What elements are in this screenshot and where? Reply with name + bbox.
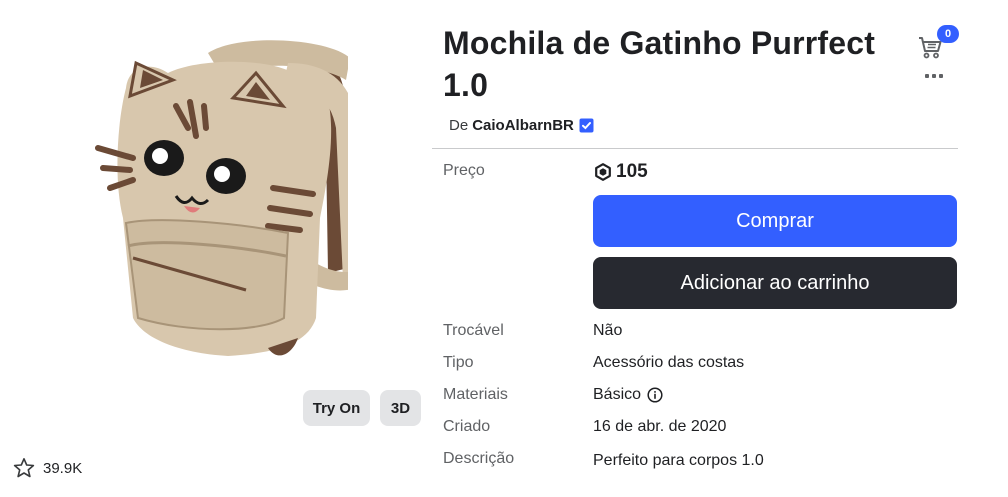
tradable-value: Não <box>593 322 623 339</box>
item-media: Try On 3D 39.9K <box>0 0 432 497</box>
divider <box>432 148 958 149</box>
price-label: Preço <box>443 162 485 179</box>
verified-badge-icon <box>579 118 594 133</box>
cart-count-badge: 0 <box>937 25 959 43</box>
add-to-cart-label: Adicionar ao carrinho <box>680 271 870 294</box>
description-label: Descrição <box>443 450 515 467</box>
buy-label: Comprar <box>736 209 814 232</box>
tradable-label: Trocável <box>443 322 504 339</box>
creator-link[interactable]: CaioAlbarnBR <box>472 117 574 134</box>
type-value: Acessório das costas <box>593 354 745 371</box>
price-amount: 105 <box>616 161 648 182</box>
3d-label: 3D <box>390 399 411 417</box>
3d-view-button[interactable]: 3D <box>380 390 421 426</box>
star-icon <box>13 458 35 478</box>
item-thumbnail <box>95 40 348 356</box>
robux-icon <box>595 163 611 181</box>
item-title: Mochila de Gatinho Purrfect 1.0 <box>443 25 876 103</box>
favorite-count: 39.9K <box>43 459 83 477</box>
materials-value-row: Básico <box>593 386 663 404</box>
try-on-label: Try On <box>312 399 361 417</box>
creator-prefix: De <box>449 117 469 134</box>
info-icon[interactable] <box>647 387 663 403</box>
created-value: 16 de abr. de 2020 <box>593 418 727 435</box>
price-value: 105 <box>594 161 648 183</box>
buy-button[interactable]: Comprar <box>593 195 957 247</box>
try-on-button[interactable]: Try On <box>303 390 370 426</box>
description-value: Perfeito para corpos 1.0 <box>593 452 764 469</box>
creator-line: De CaioAlbarnBR <box>449 117 595 134</box>
type-label: Tipo <box>443 354 474 371</box>
materials-value: Básico <box>593 386 642 403</box>
materials-label: Materiais <box>443 386 508 403</box>
add-to-cart-button[interactable]: Adicionar ao carrinho <box>593 257 957 309</box>
favorite-button[interactable]: 39.9K <box>12 456 82 480</box>
created-label: Criado <box>443 418 491 435</box>
more-options-icon[interactable] <box>925 70 945 82</box>
